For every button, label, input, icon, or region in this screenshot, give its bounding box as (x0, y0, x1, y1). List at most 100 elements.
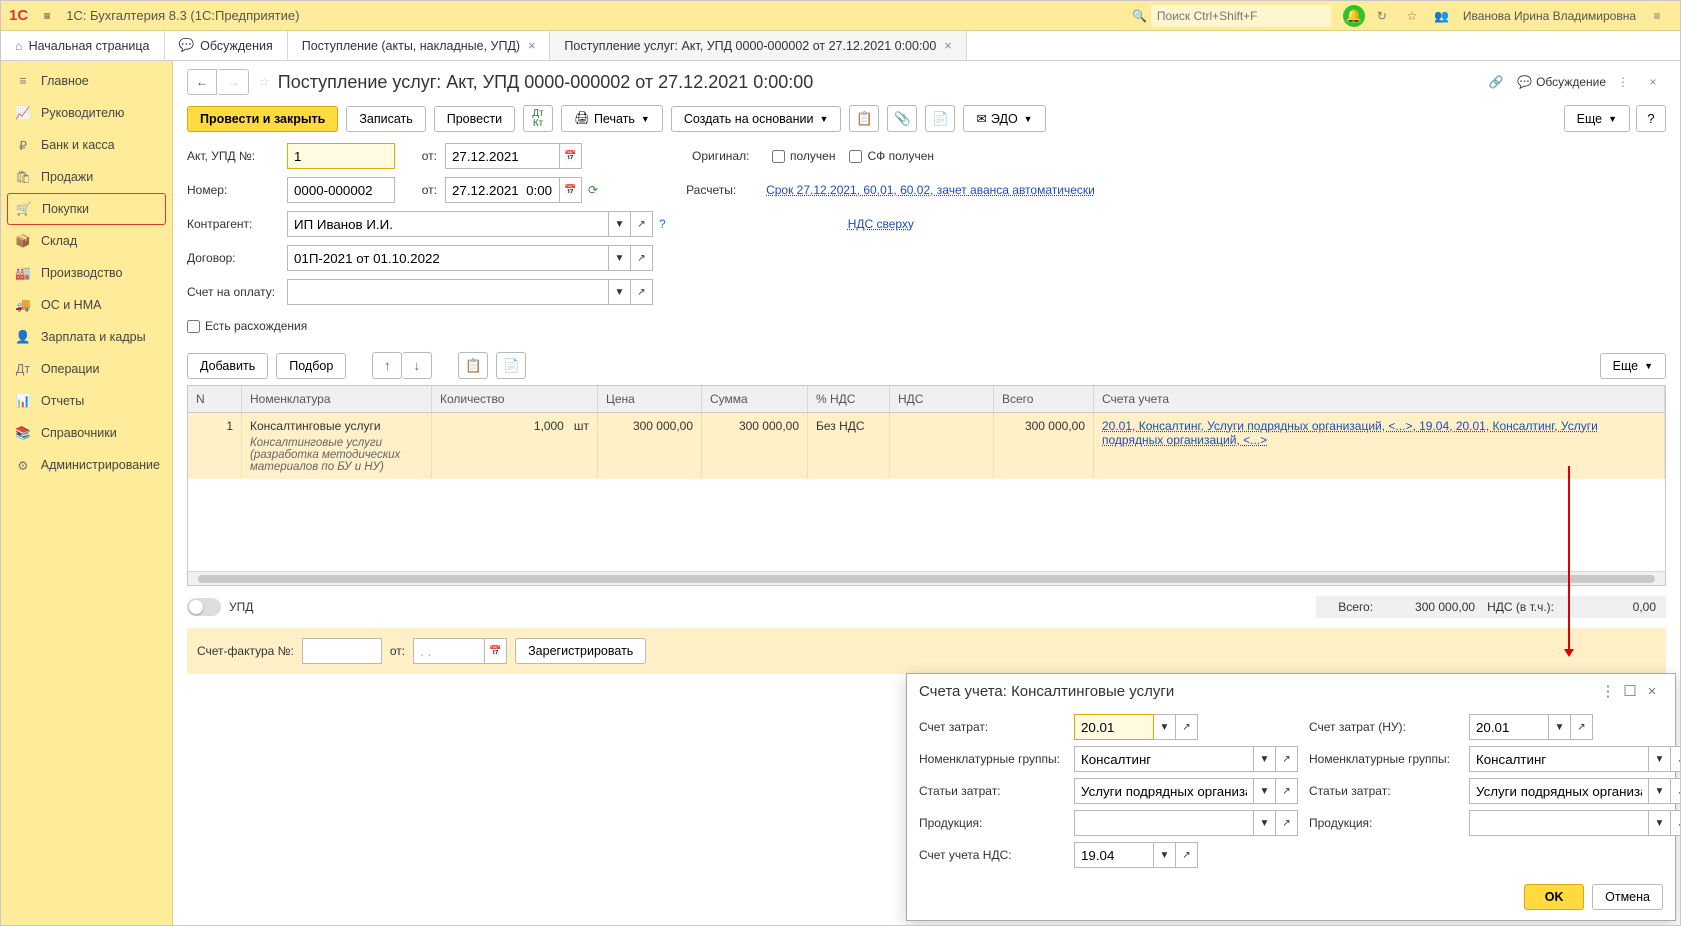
register-button[interactable]: Зарегистрировать (515, 638, 646, 664)
chevron-down-icon[interactable]: ▼ (609, 245, 631, 271)
open-icon[interactable]: ↗ (1176, 714, 1198, 740)
users-icon[interactable]: 👥 (1429, 3, 1455, 29)
sidebar-item-sales[interactable]: 🛍Продажи (1, 161, 172, 193)
act-date-input[interactable] (445, 143, 560, 169)
cost-acc-input[interactable] (1074, 714, 1154, 740)
nom-group-input[interactable] (1074, 746, 1254, 772)
select-button[interactable]: Подбор (276, 353, 346, 379)
calendar-icon[interactable]: 📅 (485, 638, 507, 664)
user-menu-icon[interactable]: ≡ (1644, 3, 1670, 29)
chevron-down-icon[interactable]: ▼ (609, 211, 631, 237)
sidebar-item-salary[interactable]: 👤Зарплата и кадры (1, 321, 172, 353)
cost-item-nu-input[interactable] (1469, 778, 1649, 804)
sidebar-item-bank[interactable]: ₽Банк и касса (1, 129, 172, 161)
close-icon[interactable]: × (528, 39, 535, 53)
open-icon[interactable]: ↗ (1671, 746, 1680, 772)
print-button[interactable]: 🖨Печать▼ (561, 105, 663, 132)
move-down-button[interactable]: ↓ (402, 352, 432, 379)
refresh-icon[interactable]: ⟳ (588, 183, 598, 197)
tab-home[interactable]: ⌂Начальная страница (1, 31, 165, 60)
vat-mode-link[interactable]: НДС сверху (848, 217, 914, 231)
global-search-input[interactable] (1151, 5, 1331, 27)
help-button[interactable]: ? (1636, 105, 1666, 132)
upd-toggle[interactable] (187, 598, 221, 616)
invoice-input[interactable] (287, 279, 609, 305)
sf-received-checkbox[interactable]: СФ получен (849, 149, 934, 163)
product-input[interactable] (1074, 810, 1254, 836)
sidebar-item-production[interactable]: 🏭Производство (1, 257, 172, 289)
cost-item-input[interactable] (1074, 778, 1254, 804)
calendar-icon[interactable]: 📅 (560, 177, 582, 203)
sidebar-item-assets[interactable]: 🚚ОС и НМА (1, 289, 172, 321)
add-row-button[interactable]: Добавить (187, 353, 268, 379)
open-icon[interactable]: ↗ (631, 245, 653, 271)
contragent-input[interactable] (287, 211, 609, 237)
sf-date-input[interactable] (413, 638, 485, 664)
close-icon[interactable]: × (1640, 69, 1666, 95)
sidebar-item-manager[interactable]: 📈Руководителю (1, 97, 172, 129)
nom-group-nu-input[interactable] (1469, 746, 1649, 772)
tab-receipts-list[interactable]: Поступление (акты, накладные, УПД)× (288, 31, 551, 60)
popup-close-icon[interactable]: × (1641, 683, 1663, 700)
chevron-down-icon[interactable]: ▼ (1254, 746, 1276, 772)
bell-icon[interactable]: 🔔 (1343, 5, 1365, 27)
cell-accounts[interactable]: 20.01, Консалтинг, Услуги подрядных орга… (1094, 413, 1665, 479)
chevron-down-icon[interactable]: ▼ (1649, 778, 1671, 804)
open-icon[interactable]: ↗ (1671, 778, 1680, 804)
sidebar-item-reports[interactable]: 📊Отчеты (1, 385, 172, 417)
chevron-down-icon[interactable]: ▼ (1154, 842, 1176, 868)
act-number-input[interactable] (287, 143, 395, 169)
chevron-down-icon[interactable]: ▼ (609, 279, 631, 305)
product-nu-input[interactable] (1469, 810, 1649, 836)
save-button[interactable]: Записать (346, 106, 425, 132)
open-icon[interactable]: ↗ (631, 279, 653, 305)
sidebar-item-warehouse[interactable]: 📦Склад (1, 225, 172, 257)
received-checkbox[interactable]: получен (772, 149, 835, 163)
history-icon[interactable]: ↻ (1369, 3, 1395, 29)
chevron-down-icon[interactable]: ▼ (1649, 746, 1671, 772)
sidebar-item-purchases[interactable]: 🛒Покупки (7, 193, 166, 225)
insert-button[interactable]: 📋 (849, 105, 879, 132)
favorite-icon[interactable]: ☆ (259, 75, 270, 89)
tab-discussions[interactable]: 💬Обсуждения (165, 31, 288, 60)
open-icon[interactable]: ↗ (1276, 778, 1298, 804)
link-icon[interactable]: 🔗 (1483, 69, 1509, 95)
ok-button[interactable]: OK (1524, 884, 1584, 910)
more-button[interactable]: Еще▼ (1564, 105, 1630, 132)
help-icon[interactable]: ? (659, 217, 666, 231)
cancel-button[interactable]: Отмена (1592, 884, 1663, 910)
doc-button[interactable]: 📄 (925, 105, 955, 132)
dtkt-button[interactable]: ДтКт (523, 105, 553, 132)
cost-acc-nu-input[interactable] (1469, 714, 1549, 740)
sidebar-item-admin[interactable]: ⚙Администрирование (1, 449, 172, 481)
discussion-link[interactable]: 💬Обсуждение (1517, 75, 1606, 89)
calendar-icon[interactable]: 📅 (560, 143, 582, 169)
nav-back-button[interactable]: ← (187, 69, 217, 95)
nav-forward-button[interactable]: → (219, 69, 249, 95)
tab-receipt-doc[interactable]: Поступление услуг: Акт, УПД 0000-000002 … (550, 31, 966, 60)
main-menu-icon[interactable]: ≡ (36, 5, 58, 27)
sidebar-item-catalogs[interactable]: 📚Справочники (1, 417, 172, 449)
popup-more-icon[interactable]: ⋮ (1597, 682, 1619, 700)
number-input[interactable] (287, 177, 395, 203)
chevron-down-icon[interactable]: ▼ (1649, 810, 1671, 836)
vat-acc-input[interactable] (1074, 842, 1154, 868)
post-button[interactable]: Провести (434, 106, 515, 132)
table-more-button[interactable]: Еще▼ (1600, 353, 1666, 379)
open-icon[interactable]: ↗ (1671, 810, 1680, 836)
sf-number-input[interactable] (302, 638, 382, 664)
chevron-down-icon[interactable]: ▼ (1254, 778, 1276, 804)
edo-button[interactable]: ✉ЭДО▼ (963, 105, 1045, 132)
chevron-down-icon[interactable]: ▼ (1254, 810, 1276, 836)
post-close-button[interactable]: Провести и закрыть (187, 106, 338, 132)
open-icon[interactable]: ↗ (1176, 842, 1198, 868)
open-icon[interactable]: ↗ (1276, 810, 1298, 836)
sidebar-item-operations[interactable]: ДтОперации (1, 353, 172, 385)
popup-maximize-icon[interactable]: ☐ (1619, 682, 1641, 700)
more-menu-icon[interactable]: ⋮ (1610, 69, 1636, 95)
settlements-link[interactable]: Срок 27.12.2021, 60.01, 60.02, зачет ава… (766, 183, 1095, 197)
contract-input[interactable] (287, 245, 609, 271)
open-icon[interactable]: ↗ (1276, 746, 1298, 772)
attach-button[interactable]: 📎 (887, 105, 917, 132)
number-date-input[interactable] (445, 177, 560, 203)
